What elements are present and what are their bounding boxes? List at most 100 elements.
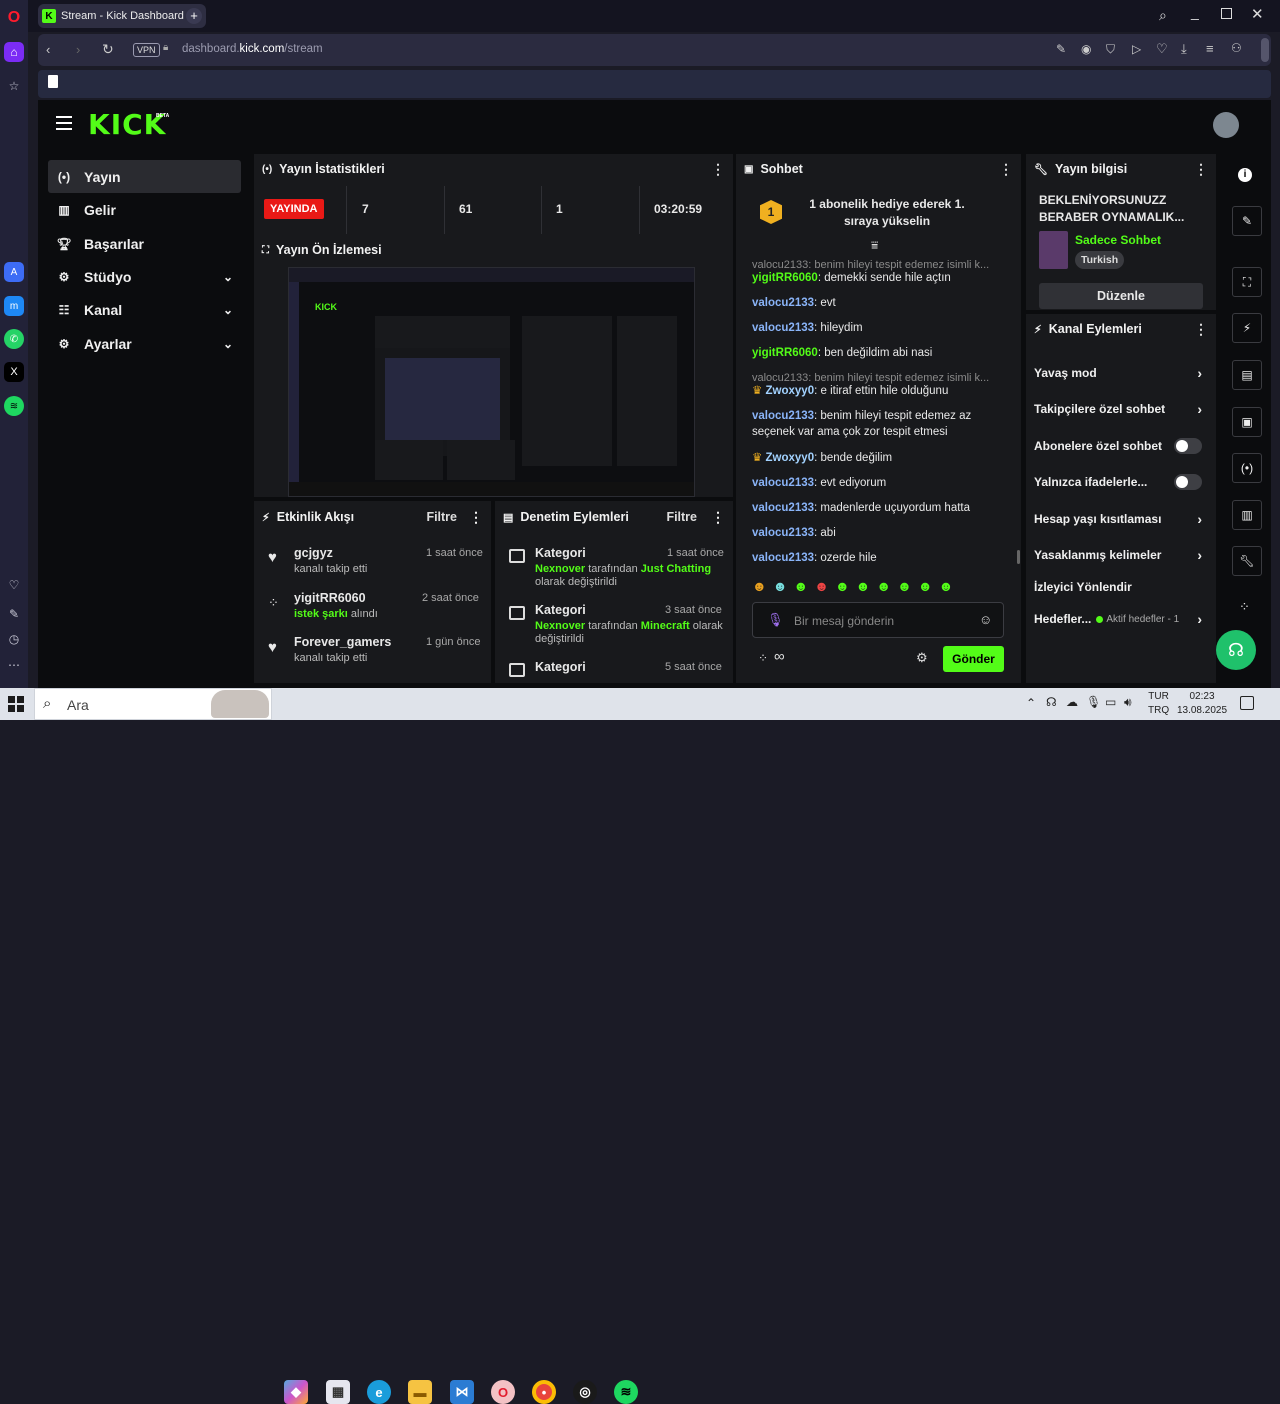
chat-message[interactable]: valocu2133: benim hileyi tespit edemez a… <box>752 408 1002 440</box>
mic-tray-icon[interactable]: ☊ <box>1046 695 1057 709</box>
page-icon[interactable] <box>48 75 58 88</box>
taskbar-search[interactable]: ⌕ Ara <box>34 688 272 720</box>
restore-icon[interactable] <box>1221 8 1232 19</box>
edge-icon[interactable]: e <box>367 1380 391 1404</box>
speed-dial-icon[interactable]: ☆ <box>4 76 24 96</box>
more-icon[interactable]: ⋯ <box>4 655 24 675</box>
file-explorer-icon[interactable]: ▬ <box>408 1380 432 1404</box>
more-options-icon[interactable]: ⋮ <box>1194 161 1208 178</box>
action-raid[interactable]: İzleyici Yönlendir <box>1034 580 1202 594</box>
points-icon[interactable]: ⁘ <box>1239 599 1250 615</box>
emote-icon[interactable]: ☻ <box>752 578 767 594</box>
back-icon[interactable]: ‹ <box>46 42 50 57</box>
chat-message[interactable]: valocu2133: madenlerde uçuyordum hatta <box>752 500 1002 516</box>
chat-input[interactable]: 🎙︎ Bir mesaj gönderin ☺ <box>752 602 1004 638</box>
filter-button[interactable]: Filtre <box>666 510 697 524</box>
preview-icon[interactable]: ⛶ <box>1232 267 1262 297</box>
send-button[interactable]: Gönder <box>943 646 1004 672</box>
chat-username[interactable]: valocu2133 <box>752 502 814 514</box>
obs-icon[interactable]: ◎ <box>573 1380 597 1404</box>
vscode-icon[interactable]: ⋈ <box>450 1380 474 1404</box>
player-icon[interactable]: ▷ <box>1132 42 1141 56</box>
emote-icon[interactable]: ☻ <box>793 578 808 594</box>
history-icon[interactable]: ◷ <box>4 629 24 649</box>
pinboard-icon[interactable]: ✎ <box>4 604 24 624</box>
chat-message[interactable]: valocu2133: evt <box>752 295 1002 311</box>
profile-icon[interactable]: ⚇ <box>1231 41 1242 55</box>
emote-icon[interactable]: ☻ <box>876 578 891 594</box>
clock[interactable]: 02:23 13.08.2025 <box>1176 690 1228 718</box>
more-options-icon[interactable]: ⋮ <box>711 161 725 178</box>
language-indicator[interactable]: TUR TRQ <box>1148 690 1169 718</box>
lightning-icon[interactable]: ⚡︎ <box>1232 313 1262 343</box>
avatar[interactable] <box>1213 112 1239 138</box>
snapshot-icon[interactable]: ◉ <box>1081 42 1091 56</box>
chat-username[interactable]: valocu2133 <box>752 477 814 489</box>
opera-logo-icon[interactable]: O <box>4 8 24 28</box>
chat-username[interactable]: valocu2133 <box>752 410 814 422</box>
x-twitter-icon[interactable]: X <box>4 362 24 382</box>
search-tabs-icon[interactable]: ⌕ <box>1159 7 1167 24</box>
start-icon[interactable] <box>8 696 24 712</box>
chat-message[interactable]: yigitRR6060: ben değildim abi nasi <box>752 345 1002 361</box>
shield-icon[interactable]: ⛉ <box>1106 42 1115 57</box>
action-banned-words[interactable]: Yasaklanmış kelimeler › <box>1034 547 1202 563</box>
chat-username[interactable]: valocu2133 <box>752 527 814 539</box>
emotes-only-toggle[interactable] <box>1174 474 1202 490</box>
edit-icon[interactable]: ✎ <box>1232 206 1262 236</box>
info-icon[interactable]: i <box>1238 168 1252 182</box>
minimize-icon[interactable]: _ <box>1191 4 1199 20</box>
chat-username[interactable]: Zwoxyy0 <box>766 385 815 397</box>
emote-icon[interactable]: ☻ <box>773 578 788 594</box>
chrome-icon[interactable]: • <box>532 1380 556 1404</box>
tray-chevron-icon[interactable]: ⌃ <box>1026 696 1036 710</box>
chat-message[interactable]: yigitRR6060: demekki sende hile açtın <box>752 270 1002 286</box>
more-options-icon[interactable]: ⋮ <box>999 161 1013 178</box>
onedrive-icon[interactable]: ☁ <box>1066 695 1078 709</box>
action-followers-only[interactable]: Takipçilere özel sohbet › <box>1034 401 1202 417</box>
chat-message[interactable]: valocu2133: abi <box>752 525 1002 541</box>
filter-button[interactable]: Filtre <box>426 510 457 524</box>
chat-bubble-icon[interactable]: ▣ <box>1232 407 1262 437</box>
emote-icon[interactable]: ☻ <box>897 578 912 594</box>
points-icon[interactable]: ⁘ <box>758 651 768 665</box>
url-field[interactable]: dashboard.kick.com/stream <box>182 43 323 55</box>
chat-username[interactable]: valocu2133 <box>752 552 814 564</box>
chat-username[interactable]: yigitRR6060 <box>752 347 818 359</box>
support-headset-icon[interactable]: ☊ <box>1216 630 1256 670</box>
battery-icon[interactable]: ▭ <box>1105 695 1116 709</box>
hamburger-menu-icon[interactable] <box>56 116 72 130</box>
chat-message[interactable]: valocu2133: ozerde hile <box>752 550 1002 566</box>
aria-icon[interactable]: A <box>4 262 24 282</box>
chat-settings-icon[interactable]: ⚙ <box>916 650 928 666</box>
edit-button[interactable]: Düzenle <box>1039 283 1203 309</box>
browser-scrollbar[interactable] <box>1261 38 1269 62</box>
nav-ayarlar[interactable]: ⚙ Ayarlar ⌄ <box>48 327 241 360</box>
microphone-icon[interactable]: 🎙︎ <box>767 612 784 628</box>
easy-setup-icon[interactable]: ≡ <box>1206 41 1214 56</box>
nav-kanal[interactable]: ☷ Kanal ⌄ <box>48 293 241 326</box>
messenger-icon[interactable]: m <box>4 296 24 316</box>
kick-logo[interactable]: KICK <box>88 108 166 141</box>
store-icon[interactable]: ▦ <box>326 1380 350 1404</box>
action-slow-mode[interactable]: Yavaş mod › <box>1034 365 1202 381</box>
nav-studyo[interactable]: ⚙ Stüdyo ⌄ <box>48 260 241 293</box>
emoji-icon[interactable]: ☺ <box>979 612 992 627</box>
nav-yayin[interactable]: (•) Yayın <box>48 160 241 193</box>
preview-video[interactable]: KICK <box>288 267 695 497</box>
spotify-taskbar-icon[interactable]: ≋ <box>614 1380 638 1404</box>
wrench-icon[interactable]: 🔧︎ <box>1232 546 1262 576</box>
chat-message[interactable]: ♛ Zwoxyy0: e itiraf ettin hile olduğunu <box>752 383 1002 399</box>
opera-taskbar-icon[interactable]: O <box>491 1380 515 1404</box>
browser-tab[interactable]: K Stream - Kick Dashboard <box>38 4 206 28</box>
emote-icon[interactable]: ☻ <box>856 578 871 594</box>
emote-icon[interactable]: ☻ <box>939 578 954 594</box>
nav-basarilar[interactable]: 🏆︎ Başarılar <box>48 227 241 260</box>
document-icon[interactable]: ▤ <box>1232 360 1262 390</box>
action-goals[interactable]: Hedefler... Aktif hedefler - 1 › <box>1034 611 1202 627</box>
action-account-age[interactable]: Hesap yaşı kısıtlaması › <box>1034 511 1202 527</box>
more-options-icon[interactable]: ⋮ <box>711 509 725 526</box>
subscribers-only-toggle[interactable] <box>1174 438 1202 454</box>
chat-username[interactable]: Zwoxyy0 <box>766 452 815 464</box>
lock-icon[interactable]: 🔒︎ <box>163 42 168 53</box>
